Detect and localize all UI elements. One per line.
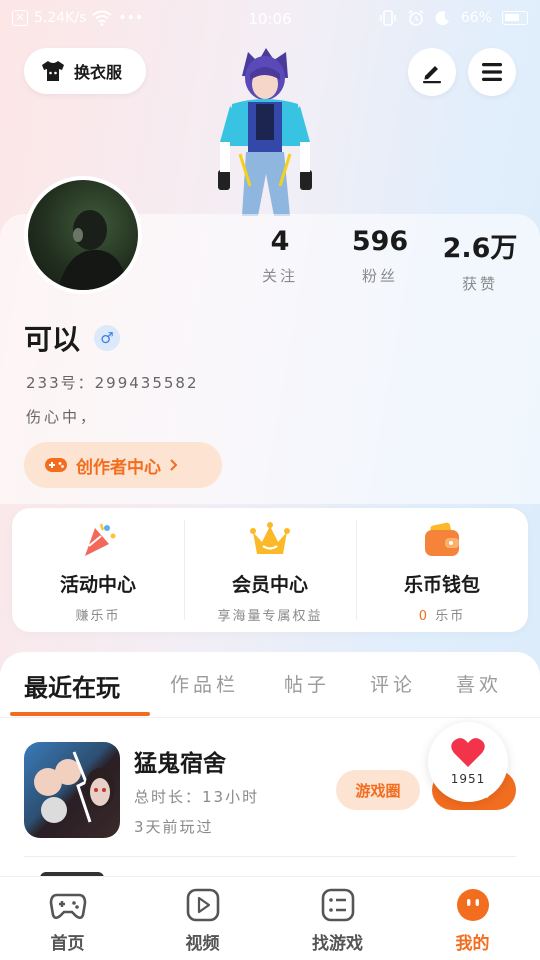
active-tab-indicator (10, 712, 150, 716)
moon-icon (435, 11, 449, 26)
avatar-photo-image (58, 210, 128, 290)
tab-comments[interactable]: 评论 (370, 670, 416, 697)
menu-icon (482, 63, 502, 81)
profile-stats: 4 关注 596 粉丝 2.6万 获赞 (230, 226, 530, 294)
nav-find-games[interactable]: 找游戏 (270, 877, 405, 960)
nav-mine-label: 我的 (455, 934, 490, 954)
video-play-icon (186, 888, 219, 922)
content-tabs: 最近在玩 作品栏 帖子 评论 喜欢 (0, 652, 540, 718)
coin-wallet-title: 乐币钱包 (403, 574, 480, 596)
tab-works[interactable]: 作品栏 (170, 670, 239, 697)
floating-like-button[interactable]: 1951 (428, 722, 508, 802)
nav-home-label: 首页 (50, 934, 85, 954)
user-id[interactable]: 233号：299435582 (26, 372, 199, 393)
nav-home[interactable]: 首页 (0, 877, 135, 960)
following-label: 关注 (261, 267, 298, 285)
activity-center-sub: 赚乐币 (75, 609, 121, 624)
gamepad-icon (49, 893, 86, 920)
crown-icon (250, 522, 290, 554)
heart-icon (451, 738, 485, 767)
creator-center-button[interactable]: 创作者中心 (24, 442, 222, 488)
change-outfit-label: 换衣服 (74, 63, 123, 82)
likes-count: 2.6万 (442, 233, 518, 264)
game-name: 猛鬼宿舍 (134, 751, 226, 777)
game-circle-button[interactable]: 游戏圈 (336, 770, 420, 810)
change-outfit-button[interactable]: 换衣服 (24, 48, 146, 94)
gamepad-icon (45, 458, 67, 472)
member-center-sub: 享海量专属权益 (217, 609, 323, 624)
vibrate-icon (380, 10, 396, 26)
chevron-right-icon (170, 459, 178, 471)
user-bio: 伤心中， (26, 408, 99, 426)
face-icon (456, 889, 489, 921)
list-divider (24, 856, 516, 857)
likes-label: 获赞 (461, 275, 498, 293)
alarm-icon (408, 9, 424, 26)
battery-icon (502, 11, 528, 25)
coin-unit: 乐币 (435, 609, 466, 624)
coin-wallet-sub: 0 乐币 (356, 605, 528, 624)
tab-recently-played[interactable]: 最近在玩 (24, 668, 120, 703)
coin-wallet-link[interactable]: 乐币钱包 0 乐币 (356, 508, 528, 632)
game-last-played: 3天前玩过 (134, 818, 214, 836)
activity-center-title: 活动中心 (59, 574, 136, 596)
stat-following[interactable]: 4 关注 (230, 226, 330, 294)
member-center-title: 会员中心 (231, 574, 308, 596)
list-icon (321, 888, 354, 922)
battery-percent: 66% (460, 10, 492, 26)
nav-video-label: 视频 (185, 934, 220, 954)
tab-posts[interactable]: 帖子 (284, 670, 330, 697)
user-name: 可以 (24, 323, 81, 356)
wallet-icon (425, 522, 459, 556)
followers-count: 596 (351, 226, 409, 257)
nav-video[interactable]: 视频 (135, 877, 270, 960)
tab-likes[interactable]: 喜欢 (456, 670, 502, 697)
nav-mine[interactable]: 我的 (405, 877, 540, 960)
creator-center-label: 创作者中心 (76, 457, 161, 478)
coin-balance: 0 (418, 609, 430, 624)
party-popper-icon (85, 523, 116, 556)
nav-find-games-label: 找游戏 (312, 934, 363, 954)
tshirt-icon (42, 61, 64, 81)
game-icon-image[interactable] (24, 742, 120, 838)
game-play-time: 总时长：13小时 (134, 788, 260, 806)
quick-links-card: 活动中心 赚乐币 会员中心 享海量专属权益 乐币钱包 0 乐币 (12, 508, 528, 632)
gender-male-icon: ♂ (94, 325, 120, 351)
status-bar: ✕ 5.24K/s ••• 10:06 66% (0, 0, 540, 38)
user-avatar[interactable] (24, 176, 142, 294)
activity-center-link[interactable]: 活动中心 赚乐币 (12, 508, 184, 632)
stat-followers[interactable]: 596 粉丝 (330, 226, 430, 294)
edit-profile-button[interactable] (408, 48, 456, 96)
avatar-character-image[interactable] (210, 46, 320, 216)
edit-icon (423, 66, 441, 84)
stat-likes[interactable]: 2.6万 获赞 (430, 226, 530, 294)
menu-button[interactable] (468, 48, 516, 96)
like-count: 1951 (450, 772, 486, 786)
member-center-link[interactable]: 会员中心 享海量专属权益 (184, 508, 356, 632)
followers-label: 粉丝 (361, 267, 398, 285)
following-count: 4 (270, 226, 290, 257)
bottom-navigation: 首页 视频 找游戏 我的 (0, 876, 540, 960)
